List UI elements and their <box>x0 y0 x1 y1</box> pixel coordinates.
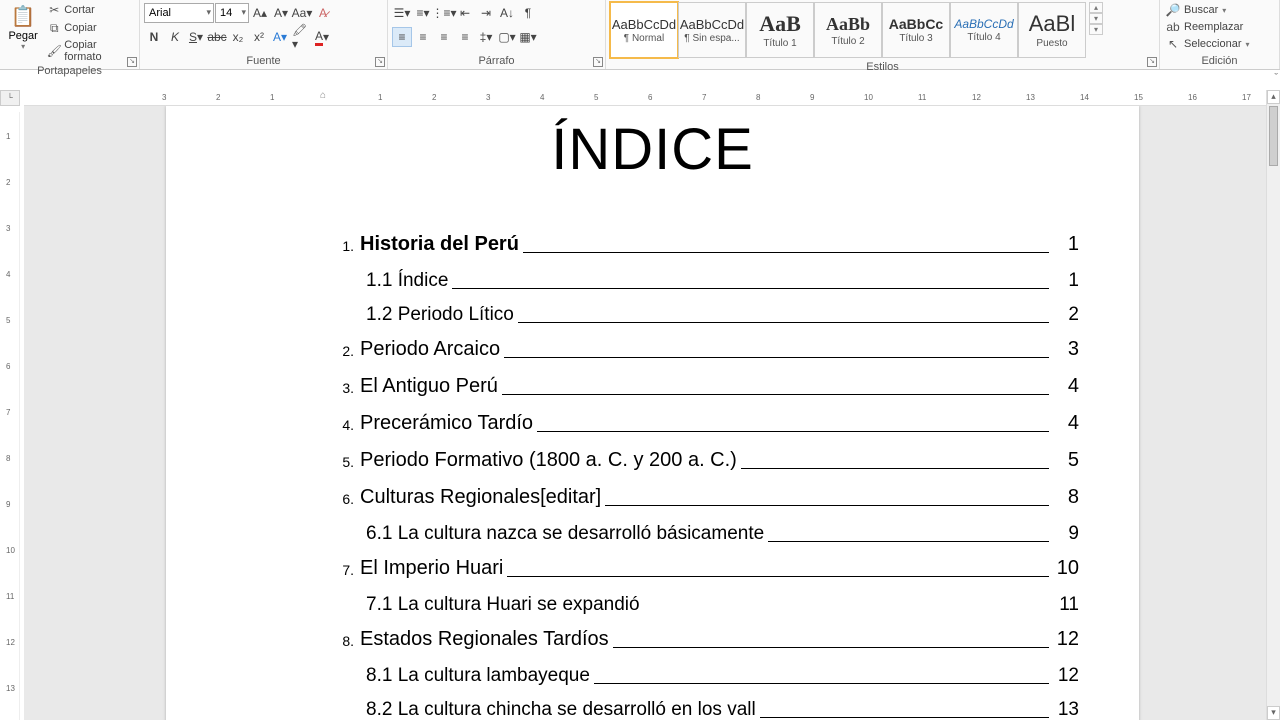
clear-format-button[interactable]: A̷ <box>313 3 333 23</box>
style-card[interactable]: AaBbCcDdTítulo 4 <box>950 2 1018 58</box>
bullets-button[interactable]: ☰▾ <box>392 3 412 23</box>
select-button[interactable]: ↖Seleccionar ▾ <box>1164 36 1252 52</box>
toc-subentry: 1.2 Periodo Lítico2 <box>366 304 1079 326</box>
dialog-launcher-icon[interactable]: ↘ <box>593 57 603 67</box>
group-label: Fuente <box>144 54 383 69</box>
inc-indent-button[interactable]: ⇥ <box>476 3 496 23</box>
table-of-contents: 1.Historia del Perú1 1.1 Índice1 1.2 Perio… <box>326 233 1079 720</box>
change-case-button[interactable]: Aa▾ <box>292 3 312 23</box>
justify-button[interactable]: ≡ <box>455 27 475 47</box>
sort-button[interactable]: A↓ <box>497 3 517 23</box>
multilevel-button[interactable]: ⋮≡▾ <box>434 3 454 23</box>
group-editing: 🔎Buscar ▾ abReemplazar ↖Seleccionar ▾ Ed… <box>1160 0 1280 69</box>
style-card[interactable]: AaBbTítulo 2 <box>814 2 882 58</box>
align-center-button[interactable]: ≡ <box>413 27 433 47</box>
grow-font-button[interactable]: A▴ <box>250 3 270 23</box>
styles-gallery: AaBbCcDd¶ NormalAaBbCcDd¶ Sin espa...AaB… <box>610 2 1086 60</box>
scissors-icon: ✂ <box>47 3 61 17</box>
brush-icon: 🖌 <box>47 44 61 58</box>
font-color-button[interactable]: A▾ <box>312 27 332 47</box>
vertical-ruler[interactable]: 12345678910111213 <box>4 112 20 720</box>
style-card[interactable]: AaBbCcTítulo 3 <box>882 2 950 58</box>
format-painter-button[interactable]: 🖌Copiar formato <box>45 38 135 64</box>
group-label: Portapapeles <box>4 64 135 79</box>
ribbon: 📋 Pegar ▾ ✂Cortar ⧉Copiar 🖌Copiar format… <box>0 0 1280 70</box>
align-right-button[interactable]: ≡ <box>434 27 454 47</box>
toc-subentry: 7.1 La cultura Huari se expandió11 <box>366 594 1079 616</box>
text-effects-button[interactable]: A▾ <box>270 27 290 47</box>
highlight-button[interactable]: 🖍▾ <box>291 27 311 47</box>
toc-entry: 7.El Imperio Huari10 <box>326 557 1079 580</box>
group-clipboard: 📋 Pegar ▾ ✂Cortar ⧉Copiar 🖌Copiar format… <box>0 0 140 69</box>
borders-button[interactable]: ▦▾ <box>518 27 538 47</box>
indent-marker-icon[interactable]: ⌂ <box>320 90 326 101</box>
horizontal-ruler[interactable]: 321123456789101112131415161718⌂ <box>24 90 1266 106</box>
shrink-font-button[interactable]: A▾ <box>271 3 291 23</box>
toc-entry: 6.Culturas Regionales[editar]8 <box>326 486 1079 509</box>
replace-icon: ab <box>1166 20 1180 34</box>
toc-entry: 1.Historia del Perú1 <box>326 233 1079 256</box>
paste-button[interactable]: 📋 Pegar ▾ <box>4 2 42 51</box>
group-styles: AaBbCcDd¶ NormalAaBbCcDd¶ Sin espa...AaB… <box>606 0 1160 69</box>
bold-button[interactable]: N <box>144 27 164 47</box>
vertical-scrollbar[interactable]: ▴ ▾ <box>1266 90 1280 720</box>
line-spacing-button[interactable]: ‡▾ <box>476 27 496 47</box>
font-size-select[interactable]: 14▾ <box>215 3 249 23</box>
subscript-button[interactable]: x₂ <box>228 27 248 47</box>
replace-button[interactable]: abReemplazar <box>1164 19 1245 35</box>
toc-subentry: 1.1 Índice1 <box>366 270 1079 292</box>
styles-scroll: ▴ ▾ ▾ <box>1089 2 1103 35</box>
page[interactable]: ÍNDICE 1.Historia del Perú11.1 Índice11.… <box>166 106 1139 720</box>
toc-subentry: 6.1 La cultura nazca se desarrolló básic… <box>366 523 1079 545</box>
toc-entry: 8.Estados Regionales Tardíos12 <box>326 628 1079 651</box>
collapse-ribbon-button[interactable]: ˇ <box>1274 72 1278 84</box>
cursor-icon: ↖ <box>1166 37 1180 51</box>
style-card[interactable]: AaBbCcDd¶ Sin espa... <box>678 2 746 58</box>
copy-button[interactable]: ⧉Copiar <box>45 20 135 36</box>
italic-button[interactable]: K <box>165 27 185 47</box>
dec-indent-button[interactable]: ⇤ <box>455 3 475 23</box>
underline-button[interactable]: S▾ <box>186 27 206 47</box>
dialog-launcher-icon[interactable]: ↘ <box>127 57 137 67</box>
clipboard-icon: 📋 <box>9 2 37 30</box>
styles-expand-button[interactable]: ▾ <box>1089 24 1103 35</box>
document-area: ÍNDICE 1.Historia del Perú11.1 Índice11.… <box>24 106 1266 720</box>
toc-entry: 3.El Antiguo Perú4 <box>326 375 1079 398</box>
style-card[interactable]: AaBTítulo 1 <box>746 2 814 58</box>
toc-entry: 4.Precerámico Tardío4 <box>326 412 1079 435</box>
style-card[interactable]: AaBbCcDd¶ Normal <box>610 2 678 58</box>
copy-icon: ⧉ <box>47 21 61 35</box>
scroll-down-button[interactable]: ▾ <box>1267 706 1280 720</box>
strike-button[interactable]: abc <box>207 27 227 47</box>
group-label: Párrafo <box>392 54 601 69</box>
style-card[interactable]: AaBlPuesto <box>1018 2 1086 58</box>
dialog-launcher-icon[interactable]: ↘ <box>1147 57 1157 67</box>
group-paragraph: ☰▾ ≡▾ ⋮≡▾ ⇤ ⇥ A↓ ¶ ≡ ≡ ≡ ≡ ‡▾ ▢▾ ▦▾ Párr… <box>388 0 606 69</box>
find-button[interactable]: 🔎Buscar ▾ <box>1164 2 1228 18</box>
numbering-button[interactable]: ≡▾ <box>413 3 433 23</box>
font-name-select[interactable]: Arial▾ <box>144 3 214 23</box>
cut-button[interactable]: ✂Cortar <box>45 2 135 18</box>
chevron-down-icon: ▾ <box>206 7 211 18</box>
dialog-launcher-icon[interactable]: ↘ <box>375 57 385 67</box>
toc-entry: 5.Periodo Formativo (1800 a. C. y 200 a.… <box>326 449 1079 472</box>
toc-subentry: 8.2 La cultura chincha se desarrolló en … <box>366 699 1079 720</box>
toc-entry: 2.Periodo Arcaico3 <box>326 338 1079 361</box>
group-label: Edición <box>1164 54 1275 69</box>
show-marks-button[interactable]: ¶ <box>518 3 538 23</box>
scroll-down-button[interactable]: ▾ <box>1089 13 1103 24</box>
document-title: ÍNDICE <box>206 116 1099 183</box>
chevron-down-icon: ▾ <box>241 7 246 18</box>
binoculars-icon: 🔎 <box>1166 3 1180 17</box>
ruler-corner: └ <box>0 90 20 106</box>
scrollbar-thumb[interactable] <box>1269 106 1278 166</box>
group-font: Arial▾ 14▾ A▴ A▾ Aa▾ A̷ N K S▾ abc x₂ x²… <box>140 0 388 69</box>
align-left-button[interactable]: ≡ <box>392 27 412 47</box>
scroll-up-button[interactable]: ▴ <box>1267 90 1280 104</box>
group-label: Estilos <box>610 60 1155 75</box>
toc-subentry: 8.1 La cultura lambayeque12 <box>366 665 1079 687</box>
superscript-button[interactable]: x² <box>249 27 269 47</box>
scroll-up-button[interactable]: ▴ <box>1089 2 1103 13</box>
shading-button[interactable]: ▢▾ <box>497 27 517 47</box>
